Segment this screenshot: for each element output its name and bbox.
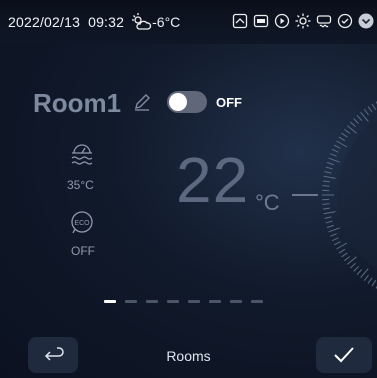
- status-icons: [231, 12, 375, 30]
- page-dot[interactable]: [125, 300, 137, 303]
- page-dot[interactable]: [104, 300, 116, 303]
- page-dot[interactable]: [167, 300, 179, 303]
- check-circle-icon[interactable]: [336, 12, 354, 30]
- hot-water-icon: [70, 140, 94, 175]
- room-name: Room1: [33, 88, 122, 118]
- eco-icon[interactable]: ECO: [70, 210, 94, 241]
- steam-icon[interactable]: [315, 12, 333, 30]
- rri-icon[interactable]: [252, 12, 270, 30]
- page-dot[interactable]: [188, 300, 200, 303]
- page-dot[interactable]: [251, 300, 263, 303]
- status-time: 09:32: [88, 14, 125, 30]
- sun-icon[interactable]: [294, 12, 312, 30]
- outdoor-temperature: -6°C: [152, 14, 181, 30]
- setpoint-unit: °C: [255, 190, 280, 215]
- power-state-label: OFF: [216, 95, 242, 110]
- page-indicator: [104, 300, 263, 303]
- eco-state: OFF: [71, 244, 95, 258]
- play-icon[interactable]: [273, 12, 291, 30]
- screen-icon[interactable]: [231, 12, 249, 30]
- status-date: 2022/02/13: [8, 14, 81, 30]
- weather-icon: [132, 13, 152, 30]
- status-bar: 2022/02/13 09:32 -6°C: [0, 0, 377, 44]
- page-dot[interactable]: [209, 300, 221, 303]
- page-dot[interactable]: [230, 300, 242, 303]
- weather-readout: -6°C: [130, 12, 180, 32]
- hot-water-temperature: 35°C: [67, 178, 94, 192]
- temperature-dial[interactable]: [280, 70, 377, 320]
- check-icon: [334, 347, 354, 363]
- power-toggle[interactable]: [167, 91, 207, 113]
- eco-icon-label: ECO: [74, 220, 90, 227]
- chevron-down-icon[interactable]: [357, 12, 375, 30]
- setpoint-value: 22: [176, 144, 250, 216]
- page-dot[interactable]: [146, 300, 158, 303]
- confirm-button[interactable]: [316, 337, 372, 373]
- edit-icon[interactable]: [132, 92, 152, 117]
- power-toggle-knob: [169, 93, 187, 111]
